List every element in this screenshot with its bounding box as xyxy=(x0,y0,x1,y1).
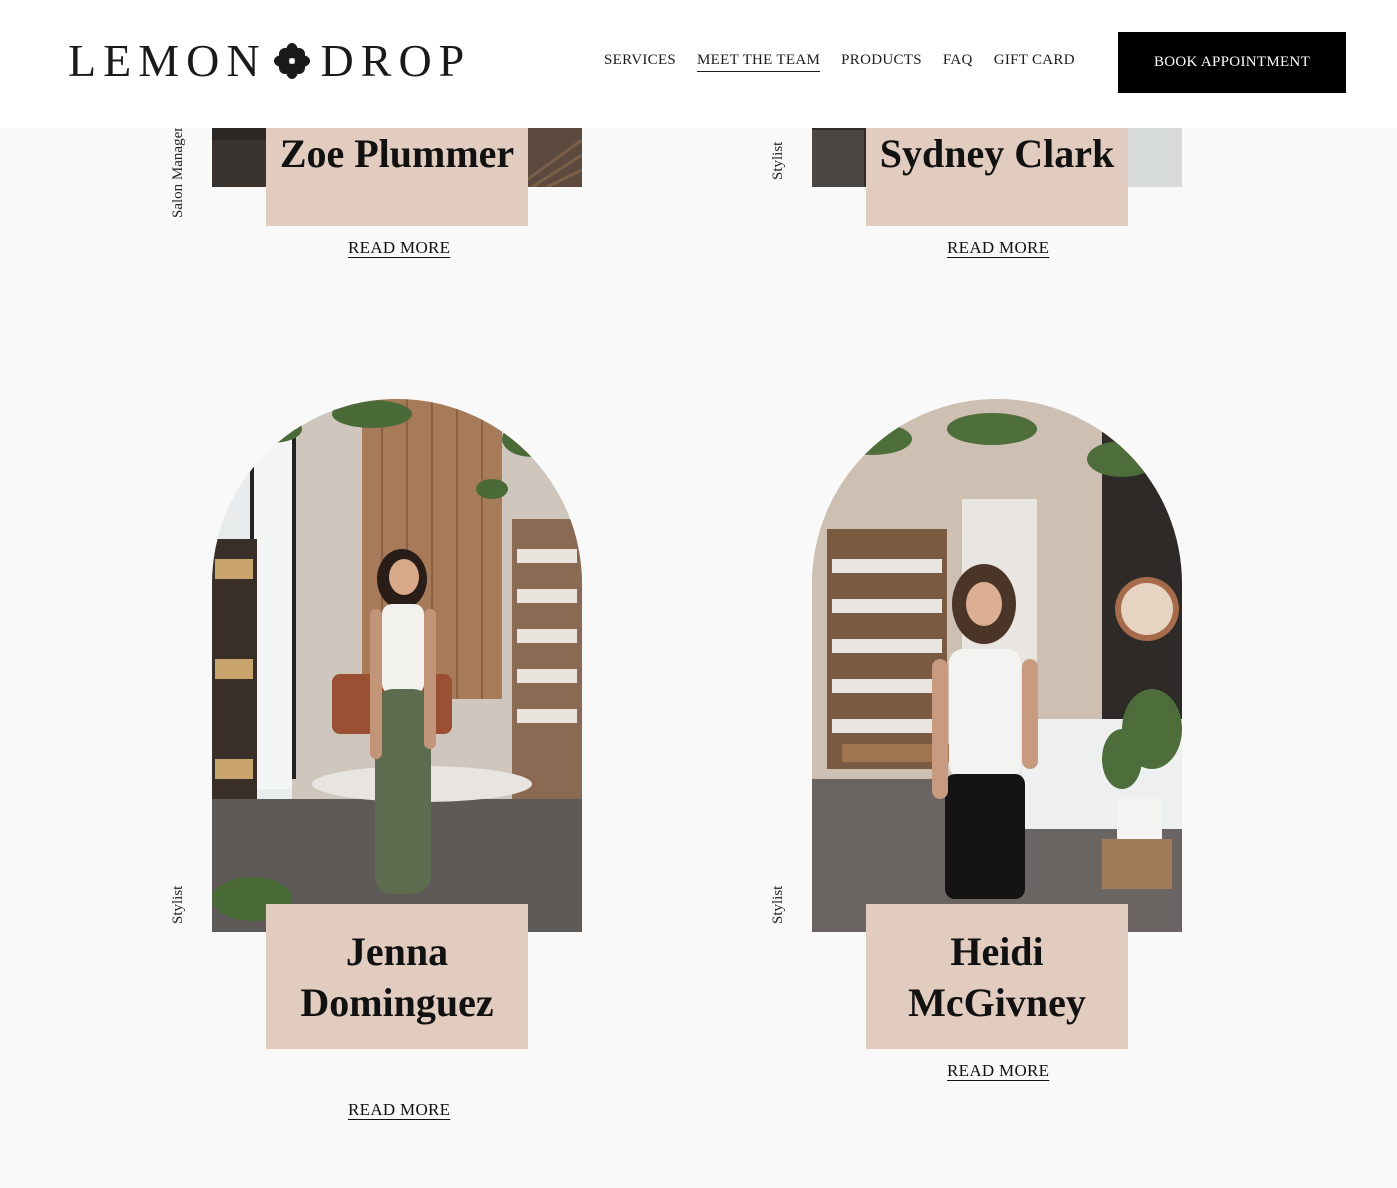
team-name: Jenna Dominguez xyxy=(300,928,494,1025)
team-role: Stylist xyxy=(170,885,186,924)
nav-faq[interactable]: FAQ xyxy=(943,52,973,72)
team-name: Zoe Plummer xyxy=(279,131,515,176)
read-more-link[interactable]: READ MORE xyxy=(947,238,1049,258)
team-name: Sydney Clark xyxy=(879,131,1115,176)
site-logo[interactable]: LEMON DROP xyxy=(68,38,471,84)
team-name-box: Jenna Dominguez xyxy=(266,904,528,1049)
nav-services[interactable]: SERVICES xyxy=(604,52,676,72)
team-name-box: Zoe Plummer xyxy=(266,128,528,226)
read-more-link[interactable]: READ MORE xyxy=(348,238,450,258)
team-photo[interactable] xyxy=(812,399,1182,932)
main-nav: SERVICES MEET THE TEAM PRODUCTS FAQ GIFT… xyxy=(604,52,1075,72)
read-more-link[interactable]: READ MORE xyxy=(348,1100,450,1120)
team-name-box: Heidi McGivney xyxy=(866,904,1128,1049)
flower-icon xyxy=(273,42,311,80)
team-role: Stylist xyxy=(770,141,786,180)
read-more-link[interactable]: READ MORE xyxy=(947,1061,1049,1081)
logo-text-right: DROP xyxy=(320,35,472,86)
book-appointment-button[interactable]: BOOK APPOINTMENT xyxy=(1118,32,1346,93)
team-photo[interactable] xyxy=(212,399,582,932)
team-role: Salon Manager xyxy=(170,128,186,218)
logo-text-left: LEMON xyxy=(68,35,267,86)
team-name-box: Sydney Clark xyxy=(866,128,1128,226)
nav-gift-card[interactable]: GIFT CARD xyxy=(994,52,1075,72)
team-name: Heidi McGivney xyxy=(908,928,1086,1025)
team-role: Stylist xyxy=(770,885,786,924)
nav-meet-the-team[interactable]: MEET THE TEAM xyxy=(697,52,821,72)
site-header: LEMON DROP SERVICES MEET THE TEAM PRODUC… xyxy=(0,0,1397,128)
nav-products[interactable]: PRODUCTS xyxy=(841,52,922,72)
